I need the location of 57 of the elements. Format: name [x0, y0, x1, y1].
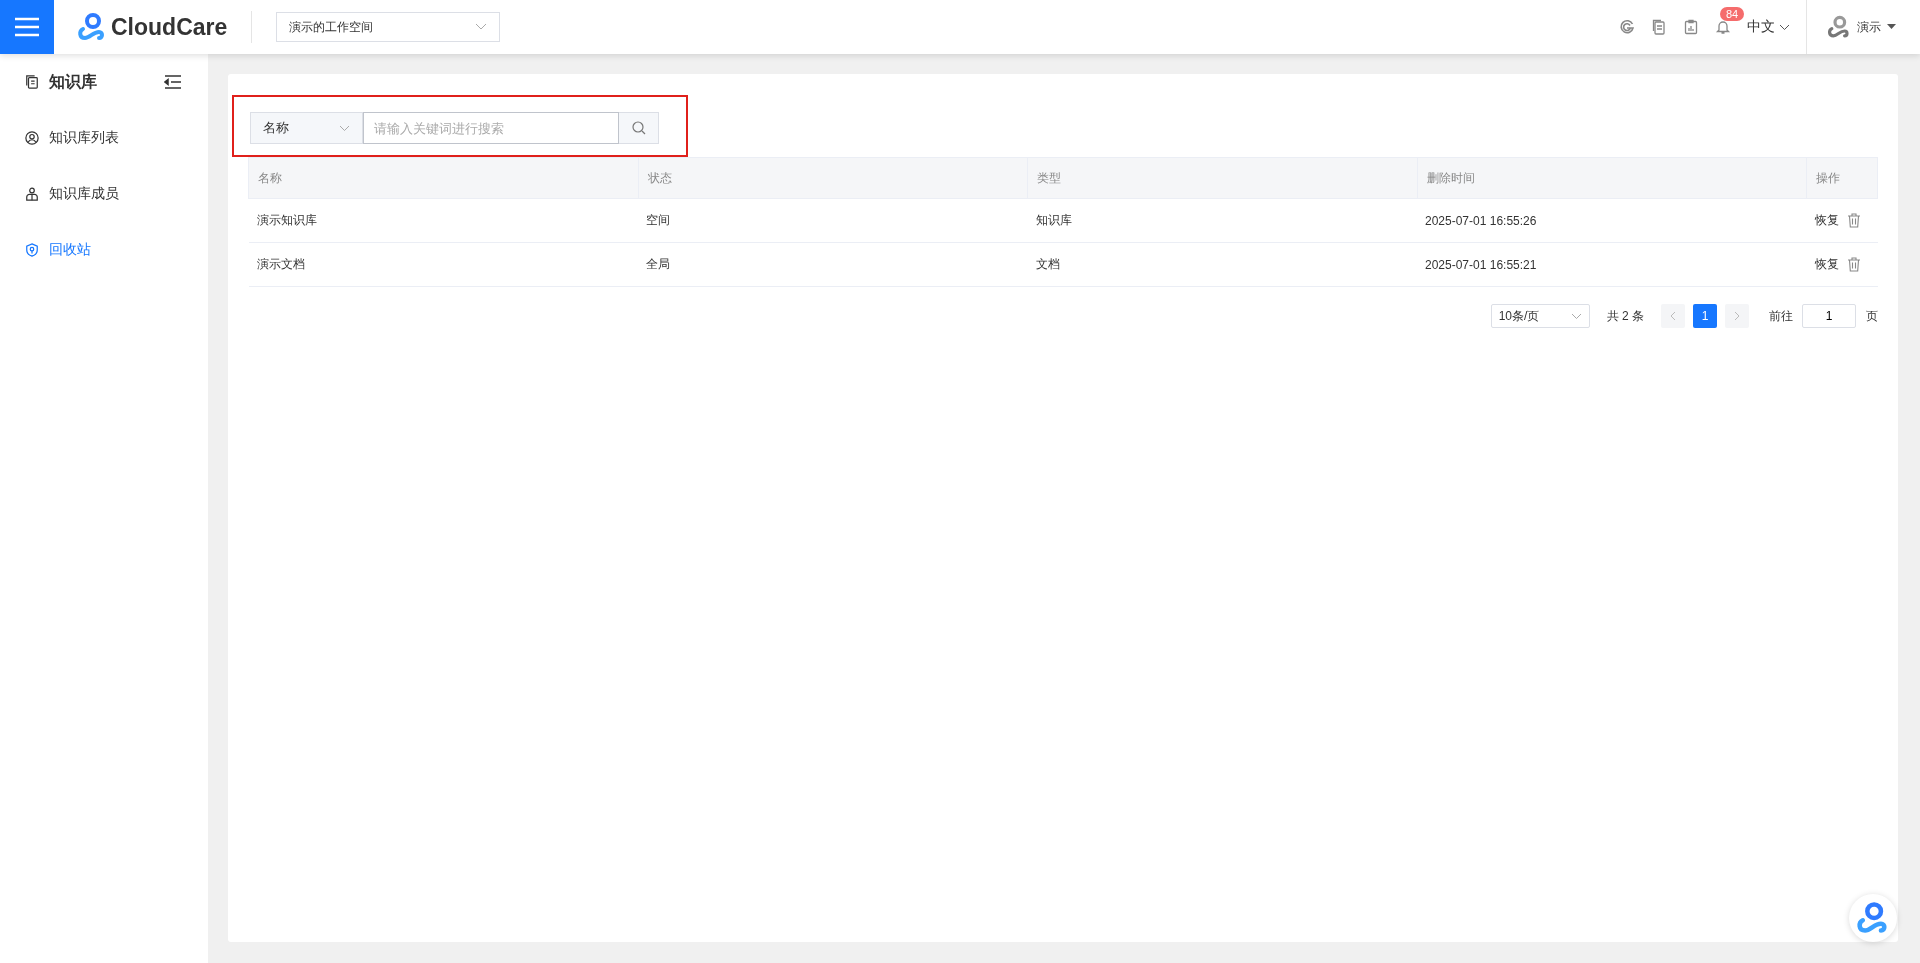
search-icon: [631, 121, 646, 135]
column-header: 状态: [638, 157, 1028, 199]
spiral-icon[interactable]: [1619, 19, 1635, 35]
menu-button[interactable]: [0, 0, 54, 54]
page-suffix: 页: [1866, 307, 1878, 325]
column-header: 删除时间: [1417, 157, 1807, 199]
chevron-down-icon: [1570, 312, 1582, 320]
goto-label: 前往: [1769, 307, 1793, 325]
restore-link[interactable]: 恢复: [1814, 212, 1839, 229]
table-cell: 知识库: [1027, 198, 1417, 243]
table-cell: 2025-07-01 16:55:21: [1417, 242, 1807, 287]
documents-icon[interactable]: [1651, 19, 1667, 35]
column-header: 名称: [248, 157, 638, 199]
trash-icon[interactable]: [1846, 257, 1861, 272]
bell-icon[interactable]: [1715, 19, 1731, 35]
caret-icon: [1887, 24, 1896, 30]
shield-icon: [25, 243, 39, 257]
table-cell: 演示文档: [248, 242, 638, 287]
menu-icon: [14, 17, 40, 37]
table-cell: 文档: [1027, 242, 1417, 287]
column-header: 操作: [1806, 157, 1878, 199]
logo-text: CloudCare: [111, 13, 228, 41]
sidebar-item[interactable]: 知识库列表: [0, 110, 208, 166]
chevron-down-icon: [339, 124, 350, 132]
restore-link[interactable]: 恢复: [1814, 256, 1839, 273]
table-cell: 全局: [638, 242, 1028, 287]
workspace-select[interactable]: 演示的工作空间: [276, 12, 501, 42]
avatar-icon: [1827, 15, 1851, 39]
chevron-left-icon: [1670, 311, 1676, 321]
logo-icon: [77, 13, 107, 41]
chevron-down-icon: [475, 23, 488, 31]
language-select[interactable]: 中文: [1747, 18, 1790, 36]
user-menu[interactable]: 演示: [1827, 15, 1896, 39]
user-icon: [25, 131, 39, 145]
chevron-right-icon: [1734, 311, 1740, 321]
table-cell: 2025-07-01 16:55:26: [1417, 198, 1807, 243]
column-header: 类型: [1027, 157, 1417, 199]
clipboard-chart-icon[interactable]: [1683, 19, 1699, 35]
chevron-down-icon: [1779, 23, 1790, 31]
table-cell: 空间: [638, 198, 1028, 243]
logo-icon: [1856, 902, 1890, 934]
total-count: 共 2 条: [1606, 307, 1644, 325]
page-size-select[interactable]: 10条/页: [1490, 304, 1590, 328]
search-field[interactable]: 请输入关键词进行搜索: [363, 112, 619, 144]
page-button[interactable]: 1: [1693, 304, 1717, 328]
sidebar-item[interactable]: 知识库成员: [0, 166, 208, 222]
field-select[interactable]: 名称: [250, 112, 363, 144]
page-number-field[interactable]: 1: [1802, 304, 1856, 328]
people-icon: [25, 187, 39, 201]
documents-icon: [25, 75, 39, 89]
table-cell: 演示知识库: [248, 198, 638, 243]
sidebar-item[interactable]: 回收站: [0, 222, 208, 278]
search-button[interactable]: [619, 112, 659, 144]
trash-icon[interactable]: [1846, 213, 1861, 228]
collapse-icon[interactable]: [164, 74, 182, 90]
notification-badge: 84: [1720, 7, 1745, 21]
sidebar-title: 知识库: [49, 71, 98, 92]
